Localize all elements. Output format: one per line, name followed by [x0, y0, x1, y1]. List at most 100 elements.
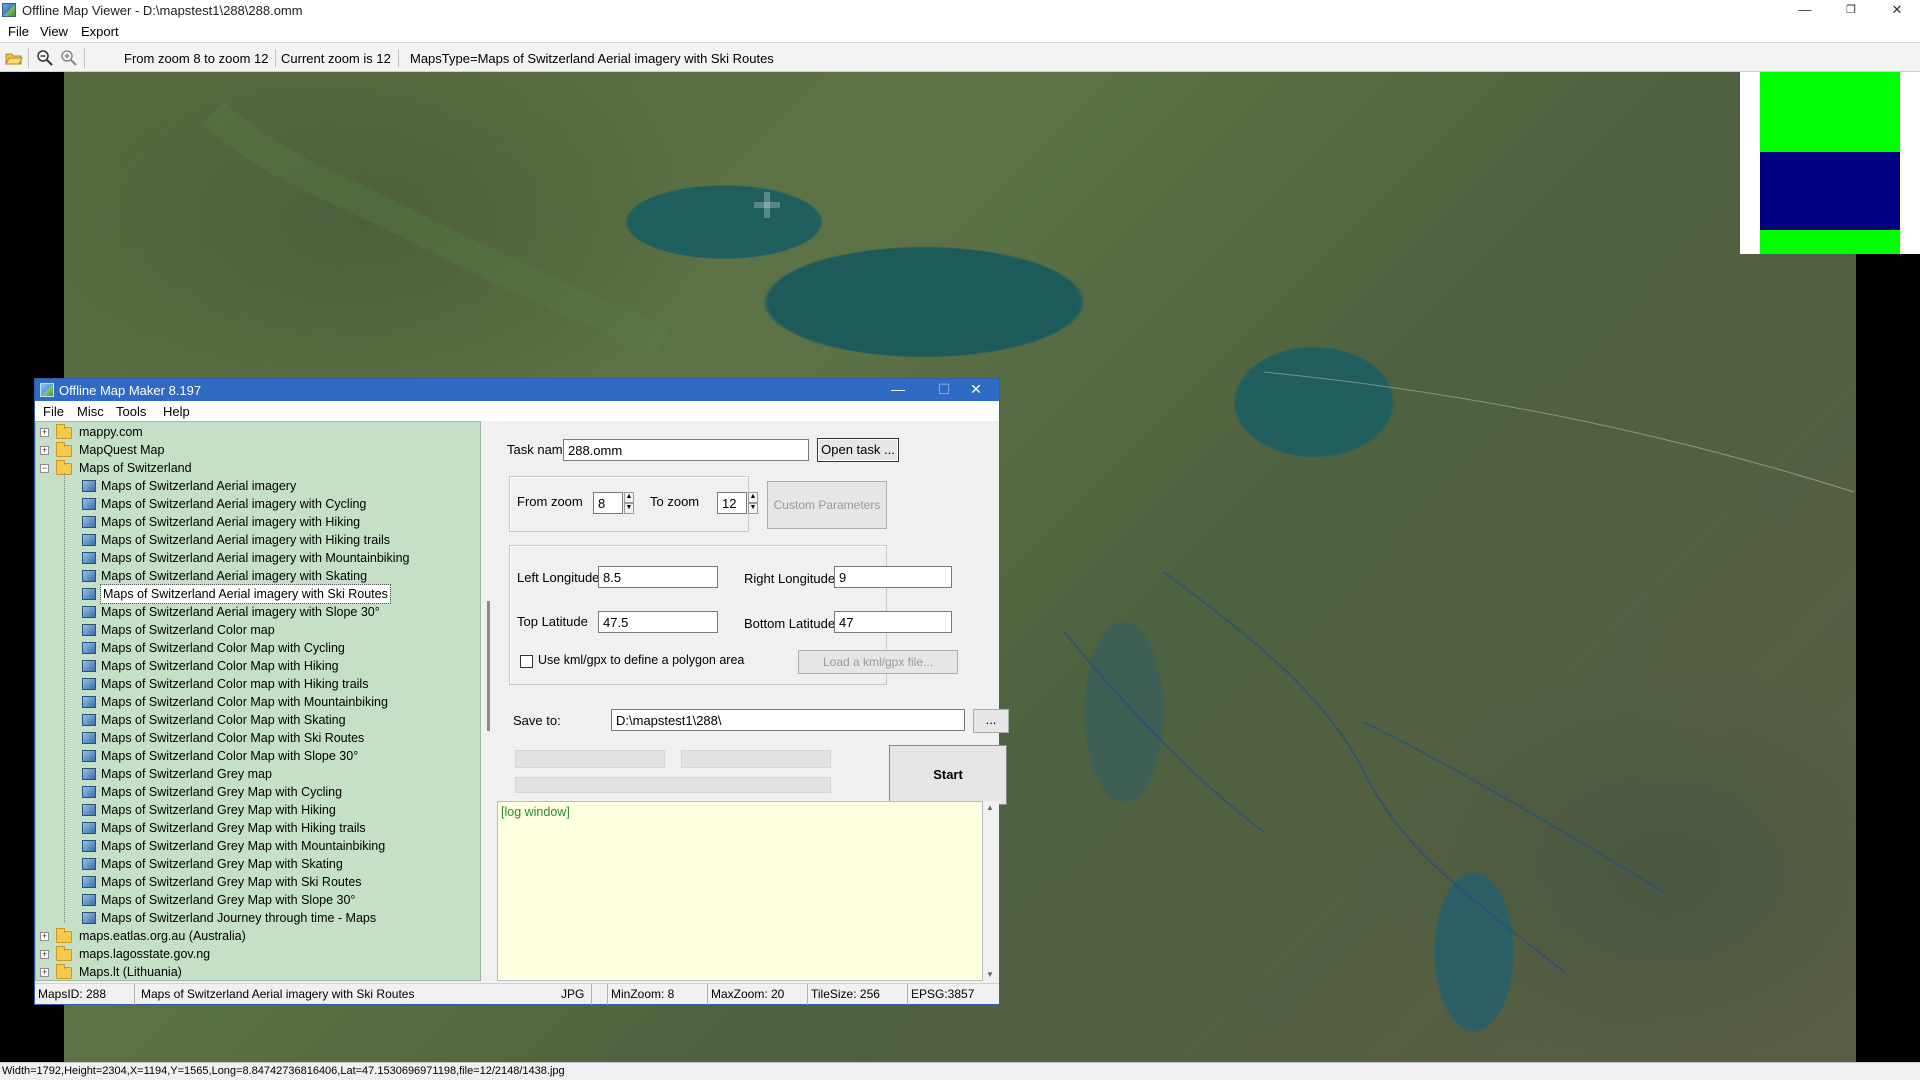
tree-item-label: Maps of Switzerland Color Map with Skati… — [101, 713, 346, 727]
tree-item-map[interactable]: Maps of Switzerland Color map — [36, 621, 476, 639]
collapse-icon[interactable]: − — [40, 464, 49, 473]
map-center-crosshair — [754, 192, 780, 218]
tree-item-map[interactable]: Maps of Switzerland Aerial imagery with … — [36, 531, 476, 549]
expand-icon[interactable]: + — [40, 428, 49, 437]
maps-tree[interactable]: + mappy.com + MapQuest Map − Maps of Switzerl… — [35, 421, 481, 981]
tree-item-map[interactable]: Maps of Switzerland Aerial imagery with … — [36, 549, 476, 567]
tree-item-map[interactable]: Maps of Switzerland Color Map with Mount… — [36, 693, 476, 711]
tree-item-label: Maps of Switzerland Color Map with Hikin… — [101, 659, 339, 673]
to-zoom-input[interactable]: 12 — [717, 492, 747, 514]
tree-item-provider[interactable]: + MapQuest Map — [36, 441, 476, 459]
close-button[interactable]: ✕ — [1874, 0, 1920, 22]
scroll-up-arrow[interactable]: ▲ — [986, 803, 994, 812]
log-window[interactable]: [log window] — [497, 801, 983, 981]
left-longitude-input[interactable]: 8.5 — [598, 566, 718, 588]
start-button[interactable]: Start — [889, 745, 1007, 805]
dialog-menu-tools[interactable]: Tools — [116, 404, 146, 419]
tree-item-map[interactable]: Maps of Switzerland Color Map with Slope… — [36, 747, 476, 765]
to-zoom-down-arrow[interactable]: ▼ — [748, 503, 758, 514]
from-zoom-up-arrow[interactable]: ▲ — [624, 492, 634, 503]
task-name-input[interactable]: 288.omm — [563, 439, 809, 461]
tree-item-map[interactable]: Maps of Switzerland Color Map with Cycli… — [36, 639, 476, 657]
tree-item-provider[interactable]: + maps.eatlas.org.au (Australia) — [36, 927, 476, 945]
statusbar: Width=1792,Height=2304,X=1194,Y=1565,Lon… — [0, 1062, 1920, 1080]
tree-item-map[interactable]: Maps of Switzerland Aerial imagery with … — [36, 603, 476, 621]
tree-item-provider[interactable]: + mappy.com — [36, 423, 476, 441]
from-zoom-down-arrow[interactable]: ▼ — [624, 503, 634, 514]
tree-item-map[interactable]: Maps of Switzerland Color Map with Skati… — [36, 711, 476, 729]
menu-view[interactable]: View — [40, 24, 68, 39]
tree-scrollbar[interactable] — [481, 421, 497, 981]
dialog-menu-file[interactable]: File — [43, 404, 64, 419]
log-scrollbar[interactable]: ▲ ▼ — [983, 801, 999, 981]
map-layer-icon — [82, 696, 96, 708]
map-layer-icon — [82, 606, 96, 618]
dialog-minimize-button[interactable]: — — [875, 379, 921, 401]
expand-icon[interactable]: + — [40, 950, 49, 959]
dialog-close-button[interactable]: ✕ — [953, 379, 999, 401]
tree-item-provider[interactable]: − Maps of Switzerland — [36, 459, 476, 477]
tree-item-map[interactable]: Maps of Switzerland Color map with Hikin… — [36, 675, 476, 693]
tree-item-provider[interactable]: + Maps.lt (Lithuania) — [36, 963, 476, 980]
tree-item-label: mappy.com — [79, 425, 143, 439]
top-latitude-label: Top Latitude — [517, 614, 588, 629]
tree-item-map[interactable]: Maps of Switzerland Grey Map with Hiking — [36, 801, 476, 819]
save-to-input[interactable]: D:\mapstest1\288\ — [611, 709, 965, 731]
tree-item-map[interactable]: Maps of Switzerland Aerial imagery with … — [36, 495, 476, 513]
menu-export[interactable]: Export — [81, 24, 119, 39]
tree-item-map[interactable]: Maps of Switzerland Grey Map with Mounta… — [36, 837, 476, 855]
right-longitude-label: Right Longitude — [744, 571, 836, 586]
tree-item-map[interactable]: Maps of Switzerland Aerial imagery — [36, 477, 476, 495]
expand-icon[interactable]: + — [40, 932, 49, 941]
tree-item-map[interactable]: Maps of Switzerland Color Map with Hikin… — [36, 657, 476, 675]
minimize-button[interactable]: — — [1782, 0, 1828, 22]
tree-scroll-thumb[interactable] — [487, 601, 490, 731]
toolbar: From zoom 8 to zoom 12 Current zoom is 1… — [0, 42, 1920, 72]
tree-item-map[interactable]: Maps of Switzerland Grey Map with Cyclin… — [36, 783, 476, 801]
scroll-down-arrow[interactable]: ▼ — [986, 970, 994, 979]
tree-item-label: Maps of Switzerland Grey Map with Slope … — [101, 893, 356, 907]
top-latitude-input[interactable]: 47.5 — [598, 611, 718, 633]
folder-icon — [56, 946, 72, 961]
folder-icon — [56, 928, 72, 943]
zoom-range-label: From zoom 8 to zoom 12 — [124, 51, 269, 66]
status-maps-id: MapsID: 288 — [35, 984, 135, 1005]
open-folder-icon[interactable] — [5, 49, 23, 67]
tree-item-map[interactable]: Maps of Switzerland Grey Map with Skatin… — [36, 855, 476, 873]
tree-item-map[interactable]: Maps of Switzerland Aerial imagery with … — [36, 584, 476, 604]
dialog-menu-misc[interactable]: Misc — [77, 404, 104, 419]
tree-item-provider[interactable]: + maps.lagosstate.gov.ng — [36, 945, 476, 963]
tree-item-map[interactable]: Maps of Switzerland Grey Map with Hiking… — [36, 819, 476, 837]
task-name-label: Task name — [507, 442, 570, 457]
tree-item-map[interactable]: Maps of Switzerland Journey through time… — [36, 909, 476, 927]
status-tile-size: TileSize: 256 — [808, 984, 908, 1005]
tree-guide-line — [64, 473, 65, 923]
tree-item-map[interactable]: Maps of Switzerland Color Map with Ski R… — [36, 729, 476, 747]
restore-button[interactable]: ❐ — [1828, 0, 1874, 22]
expand-icon[interactable]: + — [40, 968, 49, 977]
dialog-menu-help[interactable]: Help — [163, 404, 190, 419]
expand-icon[interactable]: + — [40, 446, 49, 455]
kml-checkbox[interactable] — [520, 655, 533, 668]
menu-file[interactable]: File — [8, 24, 29, 39]
to-zoom-up-arrow[interactable]: ▲ — [748, 492, 758, 503]
status-min-zoom: MinZoom: 8 — [608, 984, 708, 1005]
bottom-latitude-input[interactable]: 47 — [834, 611, 952, 633]
from-zoom-input[interactable]: 8 — [593, 492, 623, 514]
tree-item-map[interactable]: Maps of Switzerland Grey Map with Slope … — [36, 891, 476, 909]
tree-item-map[interactable]: Maps of Switzerland Grey map — [36, 765, 476, 783]
tree-item-map[interactable]: Maps of Switzerland Grey Map with Ski Ro… — [36, 873, 476, 891]
zoom-in-icon[interactable] — [60, 49, 78, 67]
map-layer-icon — [82, 840, 96, 852]
zoom-out-icon[interactable] — [36, 49, 54, 67]
map-layer-icon — [82, 660, 96, 672]
tree-item-map[interactable]: Maps of Switzerland Aerial imagery with … — [36, 567, 476, 585]
overview-minimap[interactable] — [1740, 72, 1920, 254]
open-task-button[interactable]: Open task ... — [817, 438, 899, 462]
tree-item-map[interactable]: Maps of Switzerland Aerial imagery with … — [36, 513, 476, 531]
tree-item-label: Maps of Switzerland Grey map — [101, 767, 272, 781]
from-zoom-label: From zoom — [517, 494, 583, 509]
browse-button[interactable]: ... — [973, 709, 1009, 733]
right-longitude-input[interactable]: 9 — [834, 566, 952, 588]
progress-bar-total — [515, 777, 831, 793]
